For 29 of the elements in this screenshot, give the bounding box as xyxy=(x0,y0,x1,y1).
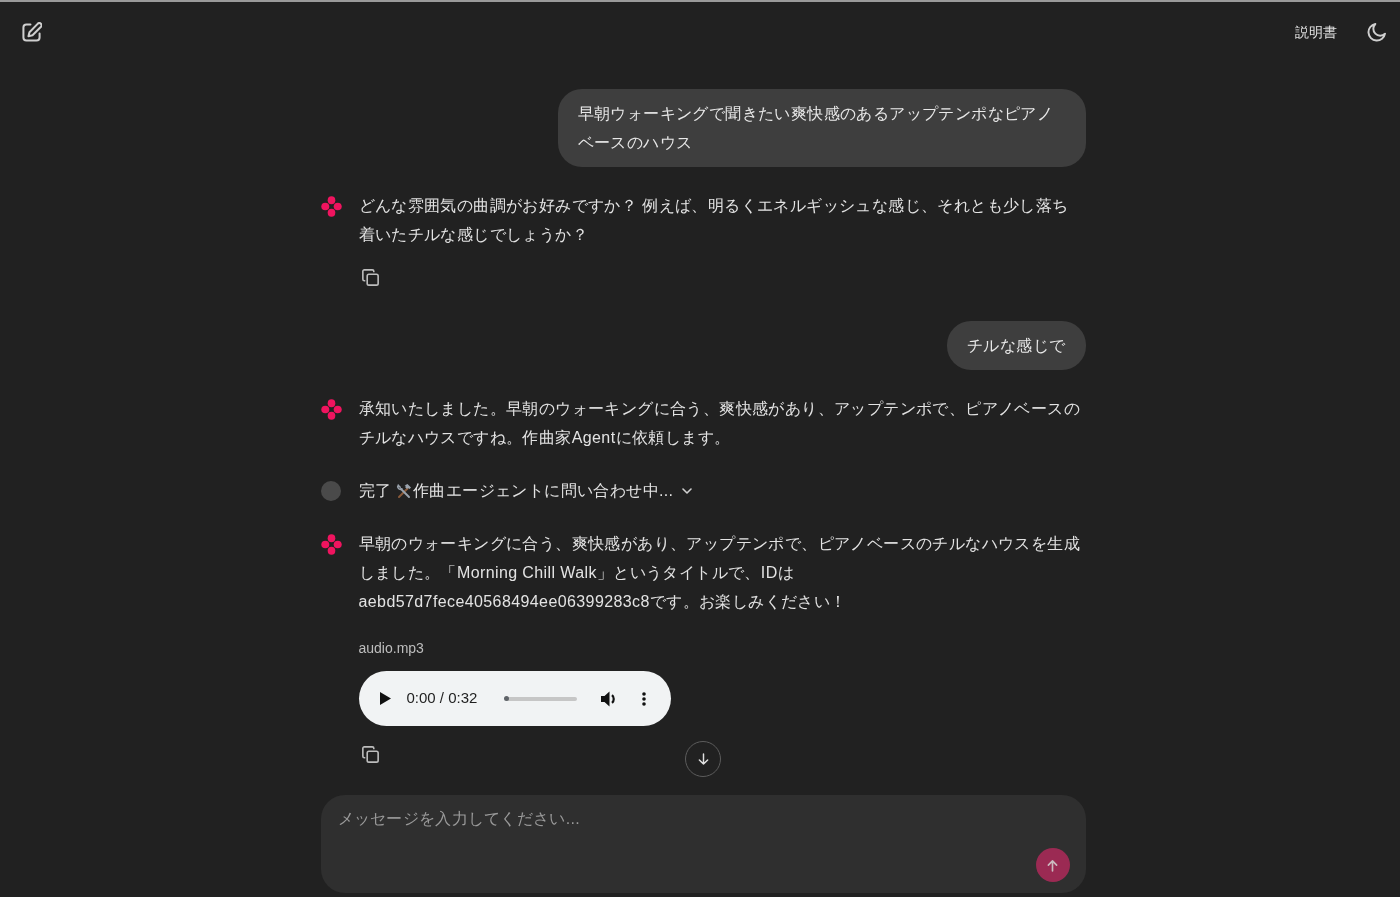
status-dot-icon xyxy=(320,480,341,501)
copy-icon[interactable] xyxy=(361,268,379,286)
copy-icon[interactable] xyxy=(361,745,379,763)
petal-logo-icon xyxy=(320,196,342,217)
petal-logo-icon xyxy=(320,399,342,420)
manual-link[interactable]: 説明書 xyxy=(1295,21,1337,43)
audio-time: 0:00 / 0:32 xyxy=(406,688,479,709)
play-icon[interactable] xyxy=(379,692,391,705)
status-label: 完了 xyxy=(358,480,391,501)
scroll-down-button[interactable] xyxy=(685,741,721,777)
attachment-filename: audio.mp3 xyxy=(358,639,425,658)
message-input[interactable]: メッセージを入力してください... xyxy=(320,795,1086,893)
petal-logo-icon xyxy=(320,534,342,555)
edit-icon[interactable] xyxy=(22,22,42,42)
status-text: 作曲エージェントに問い合わせ中... xyxy=(412,480,674,501)
volume-icon[interactable] xyxy=(600,690,618,707)
seek-thumb[interactable] xyxy=(503,696,509,701)
moon-icon[interactable] xyxy=(1367,22,1386,42)
assistant-message: 早朝のウォーキングに合う、爽快感があり、アップテンポで、ピアノベースのチルなハウスを生成しました。「Morning Chill Walk」というタイトルで、IDはaebd57d7fece40568494ee06399283c8です。お楽しみください！ xyxy=(358,534,1082,612)
user-message: チルな感じで xyxy=(947,321,1086,370)
assistant-message: 承知いたしました。早朝のウォーキングに合う、爽快感があり、アップテンポで、ピアノベースのチルなハウスですね。作曲家Agentに依頼します。 xyxy=(358,399,1082,448)
chevron-down-icon[interactable] xyxy=(682,487,693,494)
arrow-up-icon xyxy=(1047,858,1058,872)
arrow-down-icon xyxy=(697,752,709,766)
user-message: 早朝ウォーキングで聞きたい爽快感のあるアップテンポなピアノベースのハウス xyxy=(557,89,1086,167)
assistant-message: どんな雰囲気の曲調がお好みですか？ 例えば、明るくエネルギッシュな感じ、それとも少し落ち着いたチルな感じでしょうか？ xyxy=(358,196,1070,245)
seek-track[interactable] xyxy=(504,696,577,701)
hammer-wrench-icon xyxy=(395,482,412,499)
kebab-menu-icon[interactable] xyxy=(641,691,646,706)
